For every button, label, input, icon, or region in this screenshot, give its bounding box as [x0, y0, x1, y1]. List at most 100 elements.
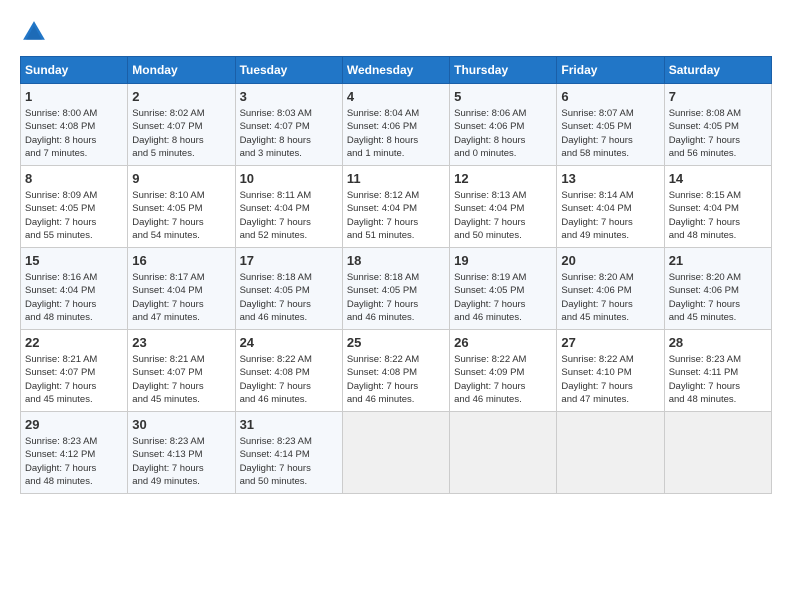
calendar-cell: 15Sunrise: 8:16 AMSunset: 4:04 PMDayligh…	[21, 248, 128, 330]
calendar-cell	[342, 412, 449, 494]
day-info-line: Sunset: 4:04 PM	[454, 202, 552, 215]
day-info-line: Sunset: 4:05 PM	[561, 120, 659, 133]
day-info-line: Daylight: 7 hours	[561, 216, 659, 229]
day-number: 10	[240, 170, 338, 188]
day-number: 23	[132, 334, 230, 352]
day-info-line: Daylight: 7 hours	[25, 462, 123, 475]
calendar-cell: 16Sunrise: 8:17 AMSunset: 4:04 PMDayligh…	[128, 248, 235, 330]
day-info-line: Sunset: 4:13 PM	[132, 448, 230, 461]
day-info-line: and 3 minutes.	[240, 147, 338, 160]
day-info-line: Sunset: 4:05 PM	[669, 120, 767, 133]
day-info-line: and 46 minutes.	[454, 393, 552, 406]
day-info-line: Sunset: 4:05 PM	[240, 284, 338, 297]
day-info-line: Sunrise: 8:20 AM	[561, 271, 659, 284]
calendar-cell: 26Sunrise: 8:22 AMSunset: 4:09 PMDayligh…	[450, 330, 557, 412]
day-number: 3	[240, 88, 338, 106]
day-info-line: Daylight: 7 hours	[454, 298, 552, 311]
week-row-2: 8Sunrise: 8:09 AMSunset: 4:05 PMDaylight…	[21, 166, 772, 248]
day-info-line: Sunset: 4:05 PM	[347, 284, 445, 297]
day-info-line: and 51 minutes.	[347, 229, 445, 242]
day-info-line: Sunset: 4:05 PM	[454, 284, 552, 297]
day-info-line: and 48 minutes.	[669, 393, 767, 406]
day-number: 13	[561, 170, 659, 188]
day-info-line: Sunrise: 8:00 AM	[25, 107, 123, 120]
day-info-line: Sunset: 4:08 PM	[347, 366, 445, 379]
calendar-cell: 22Sunrise: 8:21 AMSunset: 4:07 PMDayligh…	[21, 330, 128, 412]
day-info-line: and 45 minutes.	[132, 393, 230, 406]
day-info-line: and 46 minutes.	[347, 393, 445, 406]
day-header-sunday: Sunday	[21, 57, 128, 84]
day-number: 9	[132, 170, 230, 188]
day-info-line: Daylight: 7 hours	[25, 380, 123, 393]
day-info-line: Sunrise: 8:03 AM	[240, 107, 338, 120]
day-info-line: Sunset: 4:04 PM	[132, 284, 230, 297]
day-info-line: Sunrise: 8:02 AM	[132, 107, 230, 120]
calendar-cell: 12Sunrise: 8:13 AMSunset: 4:04 PMDayligh…	[450, 166, 557, 248]
day-number: 4	[347, 88, 445, 106]
calendar-table: SundayMondayTuesdayWednesdayThursdayFrid…	[20, 56, 772, 494]
calendar-cell: 7Sunrise: 8:08 AMSunset: 4:05 PMDaylight…	[664, 84, 771, 166]
calendar-cell: 27Sunrise: 8:22 AMSunset: 4:10 PMDayligh…	[557, 330, 664, 412]
day-info-line: Daylight: 7 hours	[132, 380, 230, 393]
day-info-line: Daylight: 8 hours	[240, 134, 338, 147]
week-row-3: 15Sunrise: 8:16 AMSunset: 4:04 PMDayligh…	[21, 248, 772, 330]
calendar-cell: 24Sunrise: 8:22 AMSunset: 4:08 PMDayligh…	[235, 330, 342, 412]
day-number: 25	[347, 334, 445, 352]
day-info-line: Daylight: 7 hours	[561, 134, 659, 147]
day-info-line: Sunrise: 8:19 AM	[454, 271, 552, 284]
day-info-line: Sunset: 4:11 PM	[669, 366, 767, 379]
calendar-cell: 5Sunrise: 8:06 AMSunset: 4:06 PMDaylight…	[450, 84, 557, 166]
day-info-line: Daylight: 7 hours	[454, 380, 552, 393]
day-info-line: and 48 minutes.	[25, 475, 123, 488]
day-info-line: Sunset: 4:04 PM	[347, 202, 445, 215]
day-info-line: and 46 minutes.	[347, 311, 445, 324]
day-info-line: and 46 minutes.	[240, 311, 338, 324]
day-info-line: Sunset: 4:12 PM	[25, 448, 123, 461]
day-number: 12	[454, 170, 552, 188]
day-info-line: and 0 minutes.	[454, 147, 552, 160]
day-info-line: and 1 minute.	[347, 147, 445, 160]
day-info-line: Sunrise: 8:14 AM	[561, 189, 659, 202]
day-info-line: Sunrise: 8:06 AM	[454, 107, 552, 120]
day-info-line: Daylight: 7 hours	[669, 134, 767, 147]
day-info-line: Daylight: 7 hours	[669, 298, 767, 311]
day-info-line: Sunrise: 8:22 AM	[561, 353, 659, 366]
day-info-line: Daylight: 8 hours	[132, 134, 230, 147]
day-number: 18	[347, 252, 445, 270]
day-info-line: Sunset: 4:07 PM	[25, 366, 123, 379]
day-header-thursday: Thursday	[450, 57, 557, 84]
day-info-line: Sunrise: 8:23 AM	[669, 353, 767, 366]
day-number: 17	[240, 252, 338, 270]
logo-icon	[20, 18, 48, 46]
day-info-line: Sunrise: 8:18 AM	[240, 271, 338, 284]
day-number: 11	[347, 170, 445, 188]
day-info-line: Sunset: 4:08 PM	[240, 366, 338, 379]
day-info-line: Sunset: 4:06 PM	[454, 120, 552, 133]
day-info-line: Daylight: 7 hours	[669, 216, 767, 229]
day-info-line: Daylight: 7 hours	[240, 380, 338, 393]
day-info-line: and 46 minutes.	[454, 311, 552, 324]
day-info-line: Daylight: 7 hours	[240, 216, 338, 229]
page: SundayMondayTuesdayWednesdayThursdayFrid…	[0, 0, 792, 504]
day-info-line: and 5 minutes.	[132, 147, 230, 160]
day-number: 1	[25, 88, 123, 106]
day-info-line: and 54 minutes.	[132, 229, 230, 242]
header	[20, 18, 772, 46]
calendar-cell: 17Sunrise: 8:18 AMSunset: 4:05 PMDayligh…	[235, 248, 342, 330]
day-info-line: Sunrise: 8:11 AM	[240, 189, 338, 202]
calendar-cell: 21Sunrise: 8:20 AMSunset: 4:06 PMDayligh…	[664, 248, 771, 330]
day-info-line: Daylight: 7 hours	[132, 298, 230, 311]
day-info-line: and 47 minutes.	[132, 311, 230, 324]
day-info-line: and 7 minutes.	[25, 147, 123, 160]
calendar-cell: 29Sunrise: 8:23 AMSunset: 4:12 PMDayligh…	[21, 412, 128, 494]
calendar-cell: 14Sunrise: 8:15 AMSunset: 4:04 PMDayligh…	[664, 166, 771, 248]
day-info-line: Sunset: 4:06 PM	[669, 284, 767, 297]
day-info-line: Sunrise: 8:10 AM	[132, 189, 230, 202]
day-info-line: Sunset: 4:08 PM	[25, 120, 123, 133]
day-info-line: Sunrise: 8:12 AM	[347, 189, 445, 202]
day-info-line: Sunset: 4:07 PM	[240, 120, 338, 133]
day-info-line: and 50 minutes.	[454, 229, 552, 242]
day-header-monday: Monday	[128, 57, 235, 84]
day-info-line: and 48 minutes.	[669, 229, 767, 242]
day-info-line: Daylight: 8 hours	[25, 134, 123, 147]
